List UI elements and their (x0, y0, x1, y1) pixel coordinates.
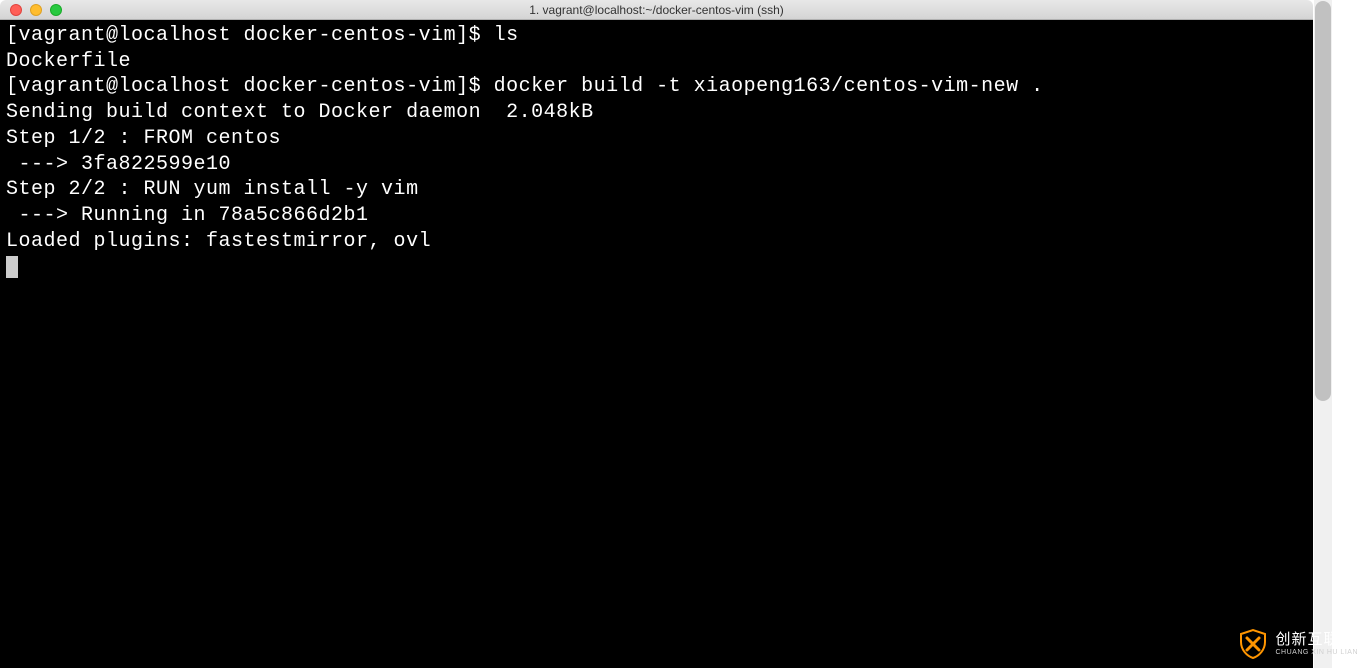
window-titlebar: 1. vagrant@localhost:~/docker-centos-vim… (0, 0, 1313, 20)
window-title: 1. vagrant@localhost:~/docker-centos-vim… (529, 3, 784, 17)
maximize-icon[interactable] (50, 4, 62, 16)
watermark-logo-icon (1237, 628, 1269, 660)
command-text: ls (494, 24, 519, 47)
prompt-line: [vagrant@localhost docker-centos-vim]$ l… (6, 24, 519, 47)
command-text: docker build -t xiaopeng163/centos-vim-n… (494, 75, 1044, 98)
output-line: Dockerfile (6, 50, 131, 73)
output-line: Sending build context to Docker daemon 2… (6, 101, 594, 124)
output-line: ---> 3fa822599e10 (6, 153, 231, 176)
output-line: ---> Running in 78a5c866d2b1 (6, 204, 369, 227)
minimize-icon[interactable] (30, 4, 42, 16)
terminal-body[interactable]: [vagrant@localhost docker-centos-vim]$ l… (0, 20, 1313, 668)
prompt-line: [vagrant@localhost docker-centos-vim]$ d… (6, 75, 1044, 98)
output-line: Step 2/2 : RUN yum install -y vim (6, 178, 419, 201)
prompt-text: [vagrant@localhost docker-centos-vim]$ (6, 75, 494, 98)
traffic-lights (10, 4, 62, 16)
prompt-text: [vagrant@localhost docker-centos-vim]$ (6, 24, 494, 47)
close-icon[interactable] (10, 4, 22, 16)
output-line: Loaded plugins: fastestmirror, ovl (6, 230, 431, 253)
scrollbar-thumb[interactable] (1315, 1, 1331, 401)
cursor-icon (6, 256, 18, 278)
watermark-text: 创新互联 CHUANG XIN HU LIAN (1275, 632, 1358, 656)
watermark-cn: 创新互联 (1275, 632, 1358, 647)
output-line: Step 1/2 : FROM centos (6, 127, 281, 150)
scrollbar[interactable] (1314, 0, 1332, 668)
watermark-en: CHUANG XIN HU LIAN (1275, 649, 1358, 656)
right-margin (1332, 0, 1366, 668)
watermark: 创新互联 CHUANG XIN HU LIAN (1237, 628, 1358, 660)
